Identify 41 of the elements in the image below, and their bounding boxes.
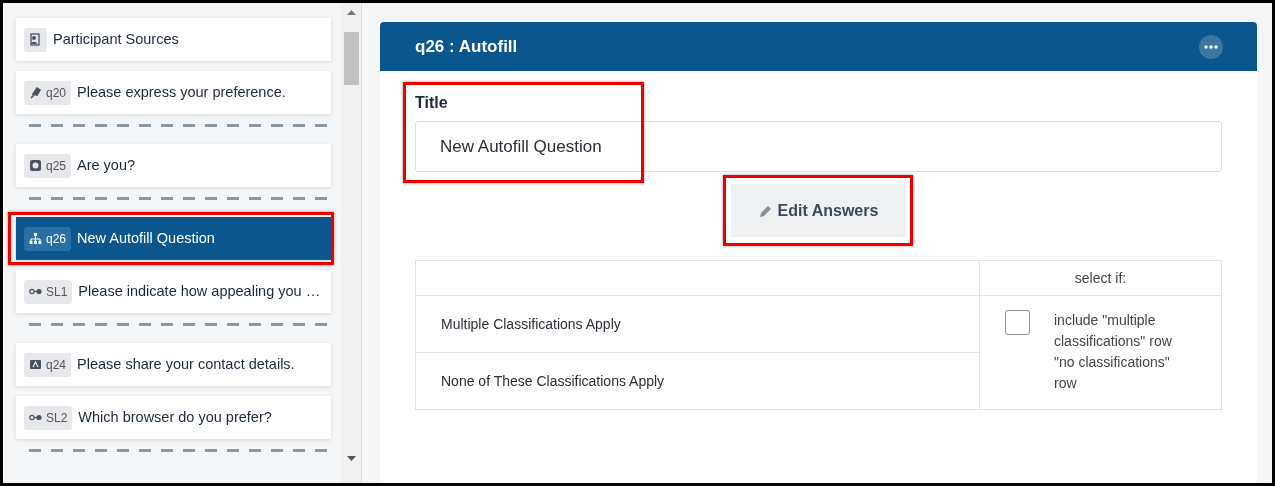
pencil-icon <box>758 203 773 218</box>
item-label: Please share your contact details. <box>77 354 295 374</box>
checkbox-label: include "multiple classifications" row "no classifications" row <box>1054 311 1173 393</box>
title-field[interactable]: New Autofill Question <box>415 121 1222 172</box>
pin-icon <box>29 86 42 99</box>
question-code: SL1 <box>46 283 68 301</box>
radio-icon <box>29 159 42 172</box>
item-label: Please indicate how appealing you … <box>78 281 321 301</box>
scroll-thumb[interactable] <box>344 32 359 85</box>
question-code: q25 <box>46 157 67 175</box>
question-code: q26 <box>46 230 67 248</box>
question-code: SL2 <box>46 409 68 427</box>
sidebar-item[interactable]: SL2 Which browser do you prefer? <box>16 396 331 439</box>
hierarchy-icon <box>29 232 42 245</box>
sidebar-item[interactable]: q20 Please express your preference. <box>16 71 331 114</box>
item-label: New Autofill Question <box>77 228 215 248</box>
sidebar-item[interactable]: q24 Please share your contact details. <box>16 343 331 386</box>
sidebar-item[interactable]: q26 New Autofill Question <box>16 217 331 260</box>
edit-answers-button[interactable]: Edit Answers <box>730 184 907 237</box>
item-label: Please express your preference. <box>77 82 286 102</box>
item-label: Participant Sources <box>53 29 179 49</box>
table-cell: None of These Classifications Apply <box>415 352 980 410</box>
sidebar-item[interactable]: SL1 Please indicate how appealing you … <box>16 270 331 313</box>
sidebar-item[interactable]: q25 Are you? <box>16 144 331 187</box>
more-button[interactable] <box>1199 34 1223 59</box>
person-doc-icon <box>29 33 42 46</box>
scroll-down-icon[interactable] <box>347 456 356 461</box>
question-code: q24 <box>46 356 67 374</box>
card-title: q26 : Autofill <box>415 35 518 58</box>
contact-card-icon <box>29 358 42 371</box>
checkbox[interactable] <box>1005 310 1030 335</box>
column-header: select if: <box>979 260 1222 296</box>
question-code: q20 <box>46 84 67 102</box>
title-label: Title <box>415 93 448 113</box>
item-label: Are you? <box>77 155 136 175</box>
more-icon <box>1204 44 1218 49</box>
scrollbar[interactable] <box>341 3 362 483</box>
table-cell: Multiple Classifications Apply <box>415 295 980 353</box>
sidebar-item[interactable]: Participant Sources <box>16 18 331 61</box>
scroll-up-icon[interactable] <box>347 10 356 15</box>
item-label: Which browser do you prefer? <box>78 407 272 427</box>
